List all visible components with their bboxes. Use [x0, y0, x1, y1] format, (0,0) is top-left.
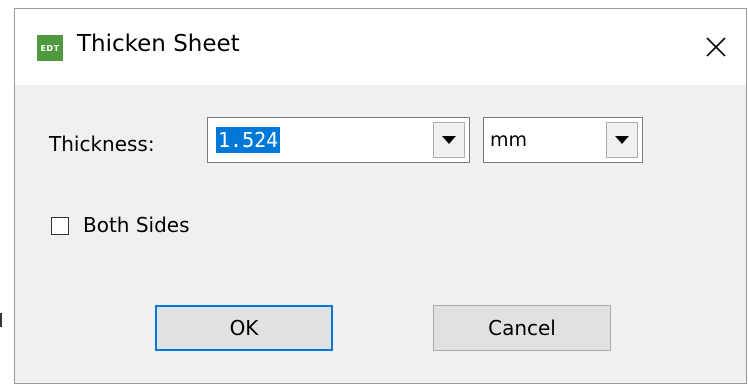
thickness-input-value[interactable]: 1.524	[216, 127, 281, 153]
unit-combobox[interactable]: mm	[483, 117, 643, 163]
ok-button[interactable]: OK	[155, 305, 333, 351]
thicken-sheet-dialog: EDT Thicken Sheet Thickness: 1.524 mm Bo…	[14, 8, 747, 384]
both-sides-label[interactable]: Both Sides	[83, 213, 190, 237]
background-edge-mark	[0, 313, 2, 327]
dialog-title: Thicken Sheet	[77, 31, 240, 57]
unit-dropdown-button[interactable]	[606, 122, 638, 158]
title-bar[interactable]: EDT Thicken Sheet	[15, 9, 746, 85]
cancel-button[interactable]: Cancel	[433, 305, 611, 351]
both-sides-checkbox[interactable]	[51, 217, 69, 235]
close-icon	[706, 37, 726, 57]
thickness-combobox[interactable]: 1.524	[207, 117, 470, 163]
close-button[interactable]	[686, 9, 746, 85]
thickness-label: Thickness:	[49, 132, 155, 156]
chevron-down-icon	[615, 136, 629, 144]
thickness-dropdown-button[interactable]	[433, 122, 465, 158]
app-icon: EDT	[37, 35, 63, 61]
chevron-down-icon	[442, 136, 456, 144]
unit-value: mm	[490, 129, 528, 151]
